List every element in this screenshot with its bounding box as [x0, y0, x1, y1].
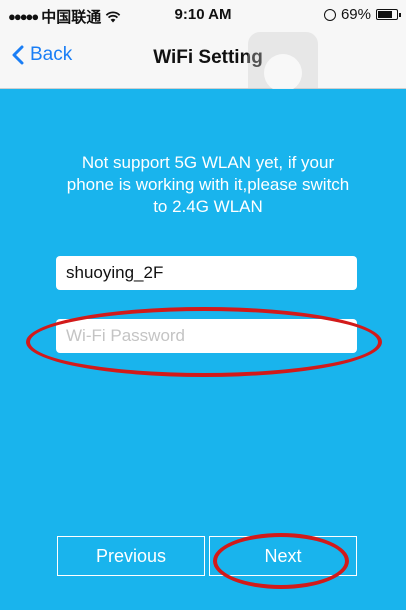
next-button[interactable]: Next — [209, 536, 357, 576]
status-bar: ●●●●● 中国联通 9:10 AM 69% — [0, 0, 406, 32]
wifi-ssid-input[interactable] — [56, 256, 357, 290]
battery-percent: 69% — [340, 6, 371, 23]
navigation-bar: Back WiFi Setting — [0, 32, 406, 114]
wifi-password-input[interactable] — [56, 319, 357, 353]
rotation-lock-icon — [323, 8, 336, 21]
previous-button[interactable]: Previous — [57, 536, 205, 576]
page-title: WiFi Setting — [153, 47, 263, 68]
main-content: Not support 5G WLAN yet, if your phone i… — [0, 89, 406, 610]
wlan-notice: Not support 5G WLAN yet, if your phone i… — [66, 153, 350, 216]
status-right: 69% — [323, 6, 401, 23]
battery-icon — [376, 9, 401, 20]
assistive-touch-icon — [264, 54, 302, 92]
battery-fill — [378, 11, 392, 18]
battery-cap — [399, 12, 401, 17]
